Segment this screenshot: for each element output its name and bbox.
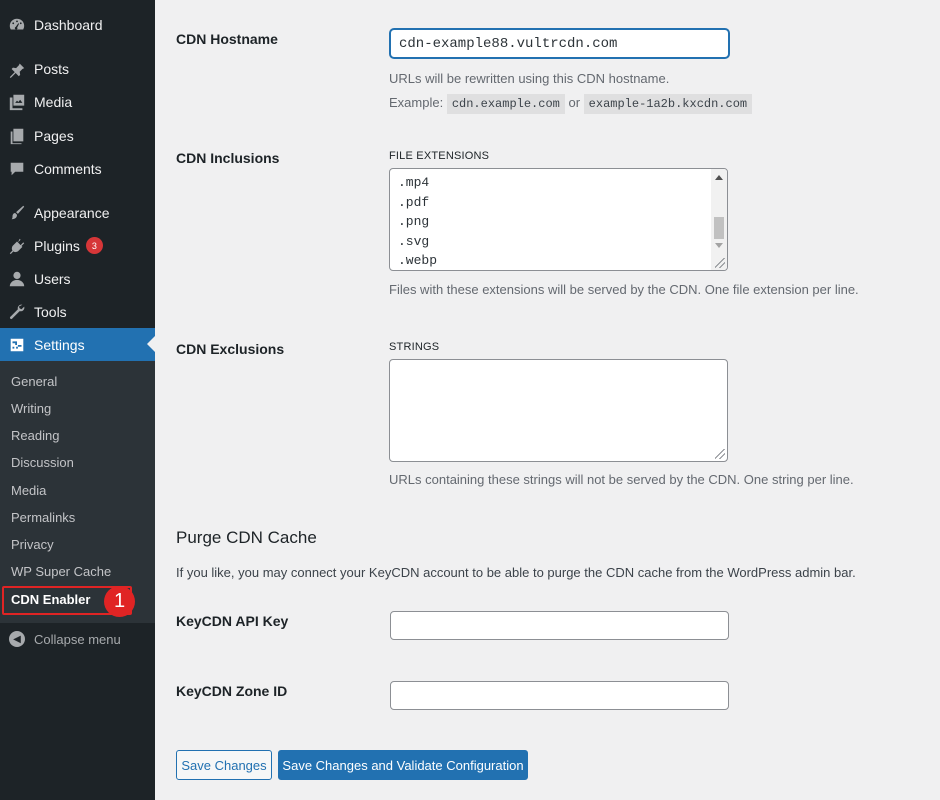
extension-line: .png [398, 214, 430, 229]
menu-posts[interactable]: Posts [0, 52, 155, 85]
menu-label: Media [34, 93, 73, 110]
cdn-hostname-label: CDN Hostname [176, 31, 278, 47]
file-extensions-help: Files with these extensions will be serv… [389, 282, 859, 297]
example-code-1: cdn.example.com [446, 94, 565, 114]
submenu-privacy[interactable]: Privacy [11, 537, 54, 552]
keycdn-api-key-input[interactable] [390, 611, 729, 640]
cdn-hostname-value: cdn-example88.vultrcdn.com [399, 35, 618, 52]
menu-label: Appearance [34, 204, 110, 221]
cdn-inclusions-label: CDN Inclusions [176, 150, 280, 166]
keycdn-zone-id-label: KeyCDN Zone ID [176, 683, 288, 699]
submenu-writing[interactable]: Writing [11, 401, 51, 416]
example-code-2: example-1a2b.kxcdn.com [583, 94, 753, 114]
example-label: Example: [389, 95, 444, 110]
submenu-wp-super-cache[interactable]: WP Super Cache [11, 564, 111, 579]
file-extensions-lines: .mp4 .pdf .png .svg .webp [398, 173, 438, 270]
resize-grip-icon[interactable] [715, 449, 725, 459]
textarea-scrollbar[interactable] [711, 169, 727, 270]
file-extensions-textarea[interactable]: .mp4 .pdf .png .svg .webp [389, 168, 728, 271]
cdn-hostname-input[interactable]: cdn-example88.vultrcdn.com [390, 29, 729, 58]
save-and-validate-button[interactable]: Save Changes and Validate Configuration [278, 750, 528, 780]
collapse-menu-label: Collapse menu [34, 631, 121, 647]
menu-settings[interactable]: Settings [0, 328, 155, 361]
keycdn-zone-id-input[interactable] [390, 681, 729, 710]
collapse-menu-button[interactable]: ◀ Collapse menu [0, 626, 155, 652]
strings-label: STRINGS [389, 341, 440, 353]
scrollbar-thumb[interactable] [714, 217, 724, 239]
comment-icon [0, 160, 34, 178]
menu-label: Posts [34, 60, 70, 77]
menu-label: Settings [34, 336, 85, 353]
scroll-up-arrow-icon[interactable] [715, 175, 723, 180]
menu-label: Pages [34, 127, 74, 144]
pages-icon [0, 127, 34, 145]
purge-description: If you like, you may connect your KeyCDN… [176, 565, 856, 580]
menu-plugins[interactable]: Plugins 3 [0, 229, 155, 262]
plugins-update-badge: 3 [85, 237, 103, 254]
save-changes-button[interactable]: Save Changes [176, 750, 272, 780]
exclusion-strings-help: URLs containing these strings will not b… [389, 472, 854, 487]
exclusion-strings-textarea[interactable] [389, 359, 728, 462]
keycdn-api-key-label: KeyCDN API Key [176, 613, 289, 629]
cdn-hostname-help: URLs will be rewritten using this CDN ho… [389, 71, 670, 86]
wrench-icon [0, 303, 34, 321]
example-or: or [568, 95, 581, 110]
menu-tools[interactable]: Tools [0, 295, 155, 328]
menu-media[interactable]: Media [0, 85, 155, 118]
menu-label: Plugins [34, 237, 80, 254]
extension-line: .pdf [398, 194, 430, 210]
file-extensions-label: FILE EXTENSIONS [389, 150, 490, 162]
submenu-permalinks[interactable]: Permalinks [11, 510, 75, 525]
settings-submenu: General Writing Reading Discussion Media… [0, 361, 155, 623]
collapse-icon: ◀ [0, 631, 34, 647]
extension-line: .mp4 [398, 175, 430, 190]
submenu-media[interactable]: Media [11, 483, 46, 498]
cdn-hostname-example: Example: cdn.example.com or example-1a2b… [389, 94, 753, 114]
menu-comments[interactable]: Comments [0, 152, 155, 185]
submenu-discussion[interactable]: Discussion [11, 455, 74, 470]
submenu-reading[interactable]: Reading [11, 428, 59, 443]
menu-label: Users [34, 270, 71, 287]
user-icon [0, 270, 34, 288]
menu-label: Tools [34, 303, 67, 320]
extension-line: .webp [398, 253, 438, 268]
menu-appearance[interactable]: Appearance [0, 196, 155, 229]
scroll-down-arrow-icon[interactable] [715, 243, 723, 248]
dashboard-icon [0, 16, 34, 34]
menu-dashboard[interactable]: Dashboard [0, 8, 155, 41]
menu-label: Dashboard [34, 16, 103, 33]
settings-main: CDN Hostname cdn-example88.vultrcdn.com … [155, 0, 940, 800]
admin-sidebar: Dashboard Posts Media Pages Comments App… [0, 0, 155, 800]
settings-icon [0, 336, 34, 354]
paintbrush-icon [0, 204, 34, 222]
submenu-general[interactable]: General [11, 374, 57, 389]
media-icon [0, 93, 34, 111]
pin-icon [0, 60, 34, 78]
plugin-icon [0, 237, 34, 255]
menu-pages[interactable]: Pages [0, 119, 155, 152]
purge-cdn-cache-heading: Purge CDN Cache [176, 528, 317, 547]
extension-line: .svg [398, 233, 430, 249]
step-marker-1: 1 [104, 586, 135, 617]
resize-grip-icon[interactable] [715, 258, 725, 268]
menu-users[interactable]: Users [0, 262, 155, 295]
menu-label: Comments [34, 160, 102, 177]
cdn-exclusions-label: CDN Exclusions [176, 341, 285, 357]
